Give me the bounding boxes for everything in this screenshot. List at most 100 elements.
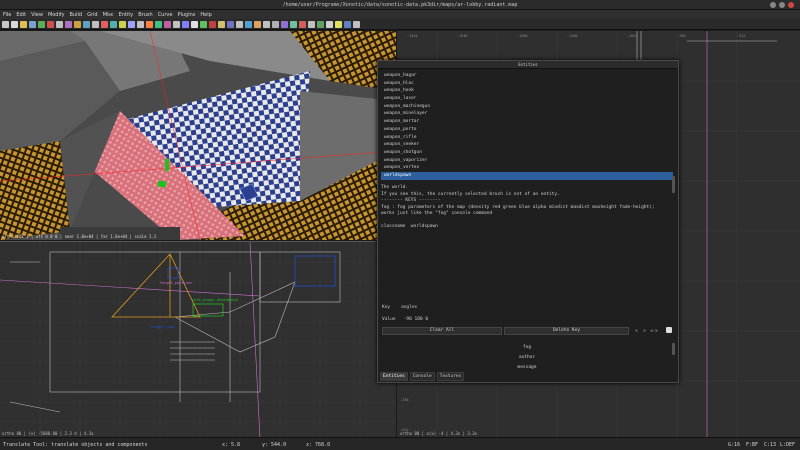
toolbar-button-icon[interactable]	[74, 20, 81, 28]
key-field[interactable]: angles	[401, 305, 417, 310]
count-status: C:13	[764, 442, 777, 448]
close-icon[interactable]	[788, 2, 794, 8]
menu-grid[interactable]: Grid	[87, 12, 98, 18]
property-row[interactable]: fog	[382, 343, 672, 353]
toolbar-button-icon[interactable]	[335, 20, 342, 28]
toolbar-button-icon[interactable]	[209, 20, 216, 28]
toolbar-button-icon[interactable]	[290, 20, 297, 28]
toolbar-button-icon[interactable]	[83, 20, 90, 28]
toolbar-button-icon[interactable]	[191, 20, 198, 28]
entity-class-item[interactable]: worldspawn	[381, 171, 673, 180]
menu-help[interactable]: Help	[200, 12, 211, 18]
toolbar-button-icon[interactable]	[218, 20, 225, 28]
delete-key-button[interactable]: Delete Key	[504, 327, 629, 335]
toolbar-button-icon[interactable]	[164, 20, 171, 28]
description-scrollbar[interactable]	[672, 185, 675, 193]
entity-class-item[interactable]: weapon_porto	[381, 126, 673, 134]
toolbar-button-icon[interactable]	[254, 20, 261, 28]
tab-console[interactable]: Console	[409, 372, 435, 381]
toolbar-button-icon[interactable]	[245, 20, 252, 28]
menu-build[interactable]: Build	[70, 12, 83, 18]
toolbar-button-icon[interactable]	[344, 20, 351, 28]
toolbar-button-icon[interactable]	[119, 20, 126, 28]
toolbar-button-icon[interactable]	[146, 20, 153, 28]
toolbar-button-icon[interactable]	[272, 20, 279, 28]
menu-file[interactable]: File	[3, 12, 11, 18]
svg-text:-1408: -1408	[517, 34, 528, 38]
entity-description: The world. If you see this, the currently…	[381, 185, 673, 291]
entity-class-item[interactable]: weapon_shotgun	[381, 149, 673, 157]
camera-status: ortho FOV 1 | ofs 0 0 0 | near 1.0e+04 |…	[2, 234, 157, 239]
next-key-button[interactable]: >	[641, 327, 648, 334]
toolbar-button-icon[interactable]	[47, 20, 54, 28]
title-bar: /home/user/Programs/Xonotic/data/xonotic…	[0, 0, 800, 10]
toolbar-button-icon[interactable]	[281, 20, 288, 28]
coord-z: z: 768.0	[306, 442, 331, 448]
toolbar-button-icon[interactable]	[353, 20, 360, 28]
toolbar-button-icon[interactable]	[20, 20, 27, 28]
toolbar-button-icon[interactable]	[299, 20, 306, 28]
menu-edit[interactable]: Edit	[16, 12, 26, 18]
tab-entities[interactable]: Entities	[380, 372, 408, 381]
toolbar-button-icon[interactable]	[128, 20, 135, 28]
toolbar-button-icon[interactable]	[155, 20, 162, 28]
toolbar-button-icon[interactable]	[227, 20, 234, 28]
entity-class-item[interactable]: weapon_laser	[381, 95, 673, 103]
entity-class-item[interactable]: weapon_seeker	[381, 141, 673, 149]
prev-key-button[interactable]: <	[633, 327, 640, 334]
toolbar-button-icon[interactable]	[308, 20, 315, 28]
toolbar-button-icon[interactable]	[326, 20, 333, 28]
entity-class-item[interactable]: weapon_vortex	[381, 164, 673, 172]
toolbar-button-icon[interactable]	[92, 20, 99, 28]
entity-properties-list[interactable]: fog author message	[382, 343, 672, 373]
entity-class-item[interactable]: weapon_rifle	[381, 134, 673, 142]
toolbar-button-icon[interactable]	[182, 20, 189, 28]
toolbar-button-icon[interactable]	[137, 20, 144, 28]
entity-class-item[interactable]: weapon_vaporizer	[381, 157, 673, 165]
menu-entity[interactable]: Entity	[119, 12, 134, 18]
entity-class-item[interactable]: weapon_machinegun	[381, 103, 673, 111]
menu-brush[interactable]: Brush	[138, 12, 152, 18]
property-row[interactable]: author	[382, 353, 672, 363]
entity-class-item[interactable]: weapon_hagar	[381, 72, 673, 80]
entity-class-item[interactable]: weapon_mortar	[381, 118, 673, 126]
toolbar-button-icon[interactable]	[263, 20, 270, 28]
clear-all-button[interactable]: Clear All	[382, 327, 502, 335]
camera-viewport[interactable]: ortho FOV 1 | ofs 0 0 0 | near 1.0e+04 |…	[0, 31, 396, 240]
xy-viewport[interactable]: target_position info_player_deathmatch t…	[0, 241, 396, 437]
maximize-icon[interactable]	[779, 2, 785, 8]
entity-class-item[interactable]: weapon_hlac	[381, 80, 673, 88]
camera-scene	[0, 31, 396, 240]
toolbar-button-icon[interactable]	[200, 20, 207, 28]
menu-modify[interactable]: Modify	[48, 12, 65, 18]
layer-status: L:DEF	[780, 442, 796, 448]
toolbar-button-icon[interactable]	[65, 20, 72, 28]
toggle-checkbox[interactable]	[666, 327, 672, 333]
toolbar-button-icon[interactable]	[317, 20, 324, 28]
svg-text:-512: -512	[737, 34, 745, 38]
menu-view[interactable]: View	[31, 12, 43, 18]
inspector-tabs: Entities Console Textures	[380, 372, 465, 381]
menu-curve[interactable]: Curve	[158, 12, 173, 18]
value-field[interactable]: -90 180 0	[404, 317, 428, 322]
entity-class-list[interactable]: weapon_hagar weapon_hlac weapon_hook weapon…	[381, 72, 673, 180]
menu-misc[interactable]: Misc	[103, 12, 114, 18]
toolbar-button-icon[interactable]	[56, 20, 63, 28]
entity-class-item[interactable]: weapon_minelayer	[381, 110, 673, 118]
swap-key-button[interactable]: <->	[649, 327, 659, 334]
filter-status: F:BF	[746, 442, 759, 448]
properties-scrollbar[interactable]	[672, 343, 675, 355]
toolbar-button-icon[interactable]	[38, 20, 45, 28]
entity-class-item[interactable]: weapon_hook	[381, 87, 673, 95]
toolbar-button-icon[interactable]	[110, 20, 117, 28]
toolbar-button-icon[interactable]	[29, 20, 36, 28]
toolbar-button-icon[interactable]	[173, 20, 180, 28]
toolbar-button-icon[interactable]	[11, 20, 18, 28]
value-row: Value -90 180 0	[382, 317, 428, 322]
tab-textures[interactable]: Textures	[436, 372, 465, 381]
toolbar-button-icon[interactable]	[101, 20, 108, 28]
minimize-icon[interactable]	[770, 2, 776, 8]
toolbar-button-icon[interactable]	[236, 20, 243, 28]
toolbar-button-icon[interactable]	[2, 20, 9, 28]
menu-plugins[interactable]: Plugins	[177, 12, 195, 18]
